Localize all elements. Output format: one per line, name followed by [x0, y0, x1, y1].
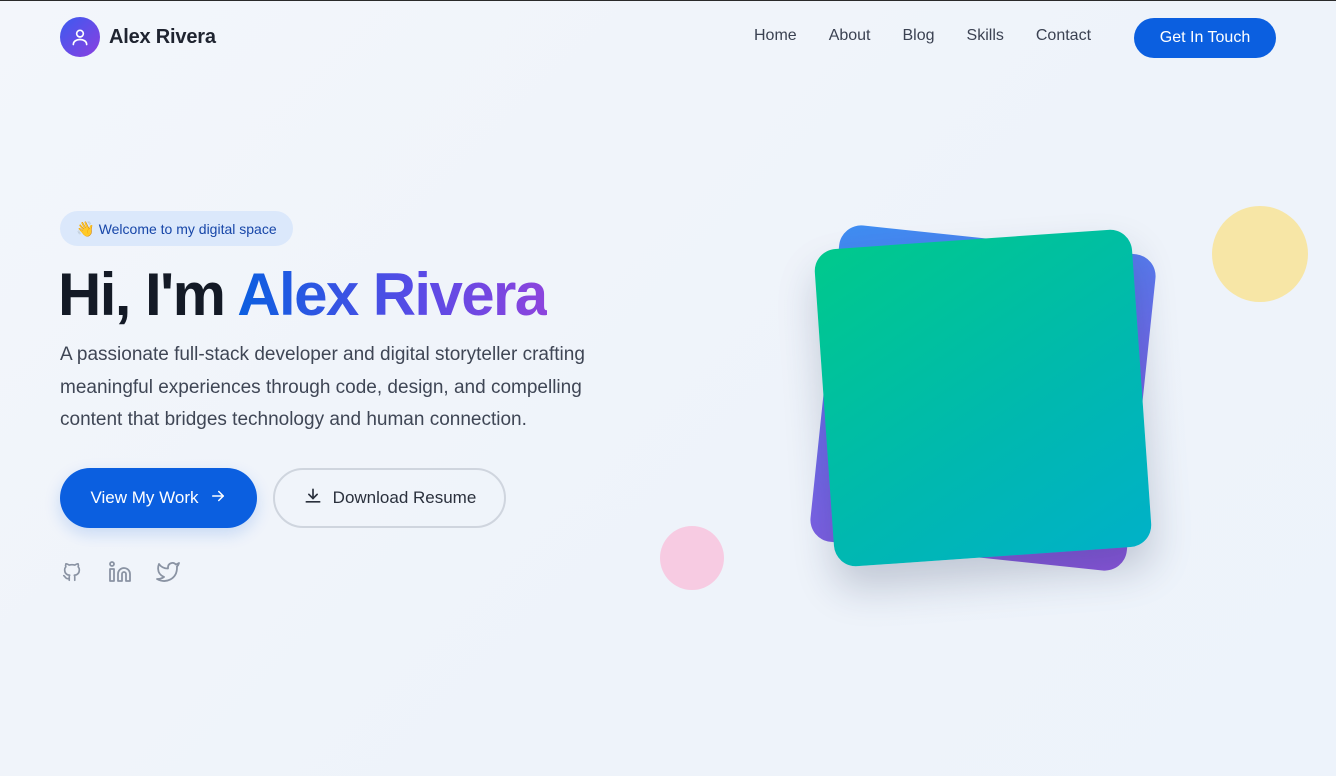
hero-title: Hi, I'm Alex Rivera	[58, 259, 548, 331]
download-resume-label: Download Resume	[332, 488, 477, 507]
view-my-work-label: View My Work	[90, 488, 199, 507]
hero-title-prefix: Hi, I'm	[58, 261, 238, 328]
main-nav: Home About Blog Skills Contact	[754, 27, 1091, 45]
decorative-yellow-circle	[1212, 206, 1308, 302]
nav-home[interactable]: Home	[754, 27, 797, 45]
decorative-teal-card	[813, 228, 1153, 568]
download-icon	[303, 486, 323, 511]
site-header: Alex Rivera Home About Blog Skills Conta…	[0, 1, 1336, 77]
arrow-right-icon	[209, 487, 227, 510]
welcome-badge: 👋 Welcome to my digital space	[60, 211, 293, 246]
hero-description: A passionate full-stack developer and di…	[60, 344, 585, 430]
linkedin-icon[interactable]	[108, 559, 132, 585]
welcome-badge-text: Welcome to my digital space	[98, 220, 277, 237]
hero-title-name: Alex Rivera	[237, 261, 548, 328]
decorative-pink-circle	[660, 526, 724, 590]
nav-skills[interactable]: Skills	[967, 27, 1004, 45]
nav-contact[interactable]: Contact	[1036, 27, 1091, 45]
brand-name: Alex Rivera	[109, 25, 216, 48]
social-links	[60, 559, 180, 585]
view-my-work-button[interactable]: View My Work	[60, 468, 257, 528]
brand-logo-link[interactable]: Alex Rivera	[60, 17, 216, 57]
github-icon[interactable]	[60, 559, 84, 585]
nav-about[interactable]: About	[829, 27, 871, 45]
waving-hand-icon: 👋	[76, 220, 95, 238]
download-resume-button[interactable]: Download Resume	[273, 468, 506, 528]
user-icon	[60, 17, 100, 57]
get-in-touch-button[interactable]: Get In Touch	[1134, 18, 1276, 58]
nav-blog[interactable]: Blog	[903, 27, 935, 45]
twitter-icon[interactable]	[156, 559, 180, 585]
